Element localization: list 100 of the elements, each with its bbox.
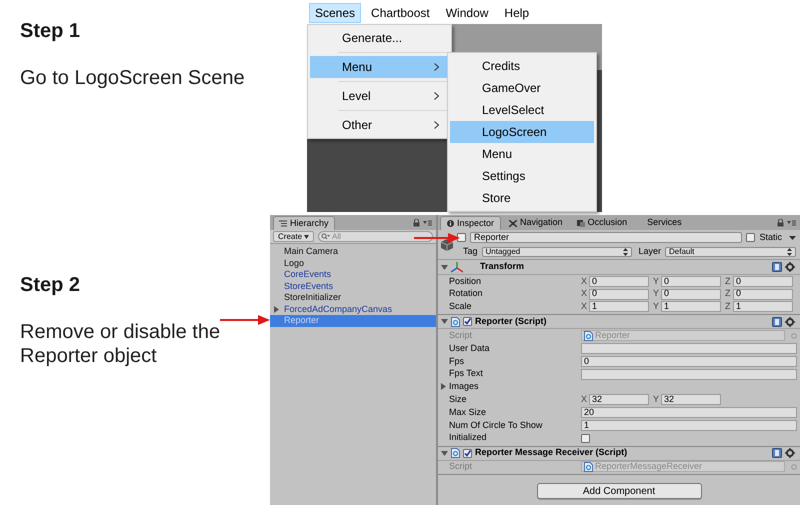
menu-item[interactable]: Level <box>310 85 449 107</box>
axis-label: X <box>581 393 588 406</box>
step-instruction: Go to LogoScreen Scene <box>20 66 246 90</box>
hierarchy-item[interactable]: ForcedAdCompanyCanvas <box>270 304 436 315</box>
panel-menu-icon[interactable] <box>423 220 432 226</box>
step-instruction: Remove or disable the Reporter object <box>20 320 222 368</box>
field-label: Fps Text <box>449 367 484 380</box>
layer-label: Layer <box>638 245 662 258</box>
field-label: Rotation <box>449 287 484 300</box>
text-field[interactable]: 0 <box>581 356 797 367</box>
menu-item[interactable]: Settings <box>450 165 594 187</box>
foldout-triangle-icon[interactable] <box>441 450 448 457</box>
number-field[interactable]: 0 <box>733 276 793 287</box>
enabled-checkbox[interactable] <box>463 448 472 458</box>
static-label: Static <box>759 230 782 244</box>
number-field[interactable]: 0 <box>661 276 721 287</box>
axis-label: X <box>581 287 588 300</box>
item-label: Reporter <box>284 314 320 327</box>
name-field[interactable]: Reporter <box>470 232 742 243</box>
caret-icon <box>304 234 310 238</box>
number-field[interactable]: 1 <box>733 301 793 312</box>
hierarchy-tab[interactable]: Hierarchy <box>273 216 335 230</box>
item-label: StoreInitializer <box>284 291 342 304</box>
menu-bar-item[interactable]: Chartboost <box>365 3 436 23</box>
field-label: Images <box>449 380 479 394</box>
component-title: Reporter (Script) <box>475 315 547 328</box>
help-book-icon[interactable] <box>772 448 782 458</box>
number-field[interactable]: 1 <box>661 301 721 312</box>
inspector-tab[interactable]: Inspector <box>440 216 502 230</box>
menu-bar-item[interactable]: Window <box>440 3 494 23</box>
panel-menu-icon[interactable] <box>787 220 796 226</box>
number-field[interactable]: 0 <box>661 288 721 300</box>
menu-item[interactable]: Store <box>450 187 594 209</box>
axis-label: X <box>581 274 588 288</box>
foldout-triangle-icon[interactable] <box>273 306 280 313</box>
axis-label: Z <box>725 274 732 288</box>
gear-icon[interactable] <box>785 316 795 327</box>
axis-label: Y <box>653 287 660 300</box>
lock-icon[interactable] <box>413 219 420 227</box>
help-book-icon[interactable] <box>772 262 782 272</box>
menu-bar-item[interactable]: Scenes <box>309 3 362 23</box>
create-button[interactable]: Create <box>273 231 314 242</box>
caret-icon[interactable] <box>789 236 796 240</box>
menu-bar-item[interactable]: Help <box>498 3 536 23</box>
gear-icon[interactable] <box>785 448 795 458</box>
menu-item[interactable]: Generate... <box>310 27 449 49</box>
updown-arrow-icon <box>622 248 628 256</box>
foldout-triangle-icon[interactable] <box>441 264 448 270</box>
menu-item[interactable]: Credits <box>450 55 594 77</box>
item-label: Logo <box>284 256 304 270</box>
step-heading: Step 1 <box>20 19 82 44</box>
menu-item[interactable]: LevelSelect <box>450 99 594 121</box>
axis-label: Y <box>653 274 660 288</box>
menu-item[interactable]: GameOver <box>450 77 594 99</box>
tag-dropdown[interactable]: Untagged <box>482 247 632 257</box>
number-field[interactable]: 32 <box>661 394 721 406</box>
help-book-icon[interactable] <box>772 316 782 327</box>
hierarchy-item[interactable]: Logo <box>270 258 436 269</box>
text-field[interactable] <box>581 343 797 354</box>
axis-label: X <box>581 300 588 314</box>
enabled-checkbox[interactable] <box>463 317 472 326</box>
field-label: User Data <box>449 342 491 355</box>
layer-dropdown[interactable]: Default <box>665 247 796 257</box>
navigation-icon <box>509 220 518 226</box>
number-field[interactable]: 0 <box>733 288 793 300</box>
foldout-triangle-icon[interactable] <box>441 318 448 326</box>
hierarchy-item[interactable]: CoreEvents <box>270 269 436 280</box>
hierarchy-item[interactable]: StoreEvents <box>270 280 436 292</box>
number-field[interactable]: 0 <box>589 288 649 300</box>
updown-arrow-icon <box>787 248 792 256</box>
field-label: Scale <box>449 300 473 314</box>
menu-item[interactable]: Other <box>310 114 449 136</box>
script-file-icon <box>451 448 460 458</box>
field-label: Initialized <box>449 431 488 444</box>
hierarchy-item[interactable]: Main Camera <box>270 246 436 258</box>
menu-item[interactable]: Menu <box>310 56 449 78</box>
field-label: Fps <box>449 354 466 368</box>
text-field[interactable]: 20 <box>581 407 797 418</box>
active-checkbox[interactable] <box>457 233 466 242</box>
item-label: Main Camera <box>284 245 338 258</box>
field-label: Script <box>449 460 474 474</box>
search-field[interactable]: All <box>318 231 433 242</box>
pointer-arrow <box>220 314 270 326</box>
text-field[interactable]: 1 <box>581 420 797 431</box>
number-field[interactable]: 0 <box>589 276 649 287</box>
number-field[interactable]: 1 <box>589 301 649 312</box>
script-field: Reporter <box>581 330 785 342</box>
lock-icon[interactable] <box>777 219 784 227</box>
hierarchy-item[interactable]: StoreInitializer <box>270 292 436 304</box>
gear-icon[interactable] <box>785 262 795 272</box>
static-checkbox[interactable] <box>746 233 756 242</box>
menu-item[interactable]: Menu <box>450 143 594 165</box>
foldout-triangle-icon[interactable] <box>440 383 447 390</box>
menu-item[interactable]: LogoScreen <box>450 121 594 143</box>
add-component-button[interactable]: Add Component <box>536 483 702 500</box>
item-label: StoreEvents <box>284 280 334 292</box>
toggle-checkbox[interactable] <box>581 434 590 443</box>
script-file-icon <box>584 330 593 341</box>
number-field[interactable]: 32 <box>589 394 649 406</box>
text-field[interactable] <box>581 368 797 380</box>
